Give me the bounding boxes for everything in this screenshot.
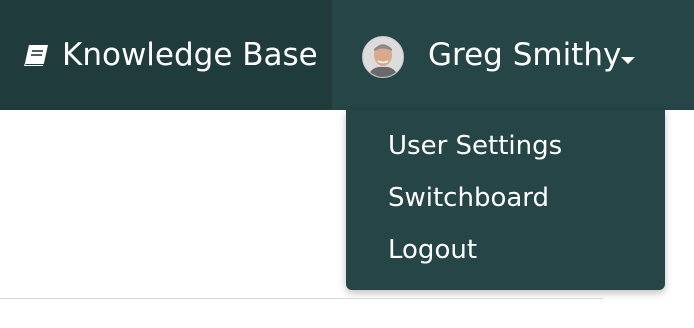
caret-down-icon [621,57,635,64]
user-menu-toggle[interactable]: Greg Smithy [332,0,694,110]
user-name: Greg Smithy [428,37,622,73]
menu-item-logout[interactable]: Logout [388,235,477,265]
menu-item-switchboard[interactable]: Switchboard [388,183,549,213]
knowledge-base-label: Knowledge Base [62,37,318,73]
knowledge-base-link[interactable]: Knowledge Base [22,0,318,110]
book-icon [22,40,52,70]
user-dropdown-menu: User Settings Switchboard Logout [346,110,665,290]
user-avatar [362,36,404,78]
content-divider [0,298,603,299]
top-navbar: Knowledge Base Greg Smithy [0,0,694,110]
menu-item-user-settings[interactable]: User Settings [388,131,562,161]
